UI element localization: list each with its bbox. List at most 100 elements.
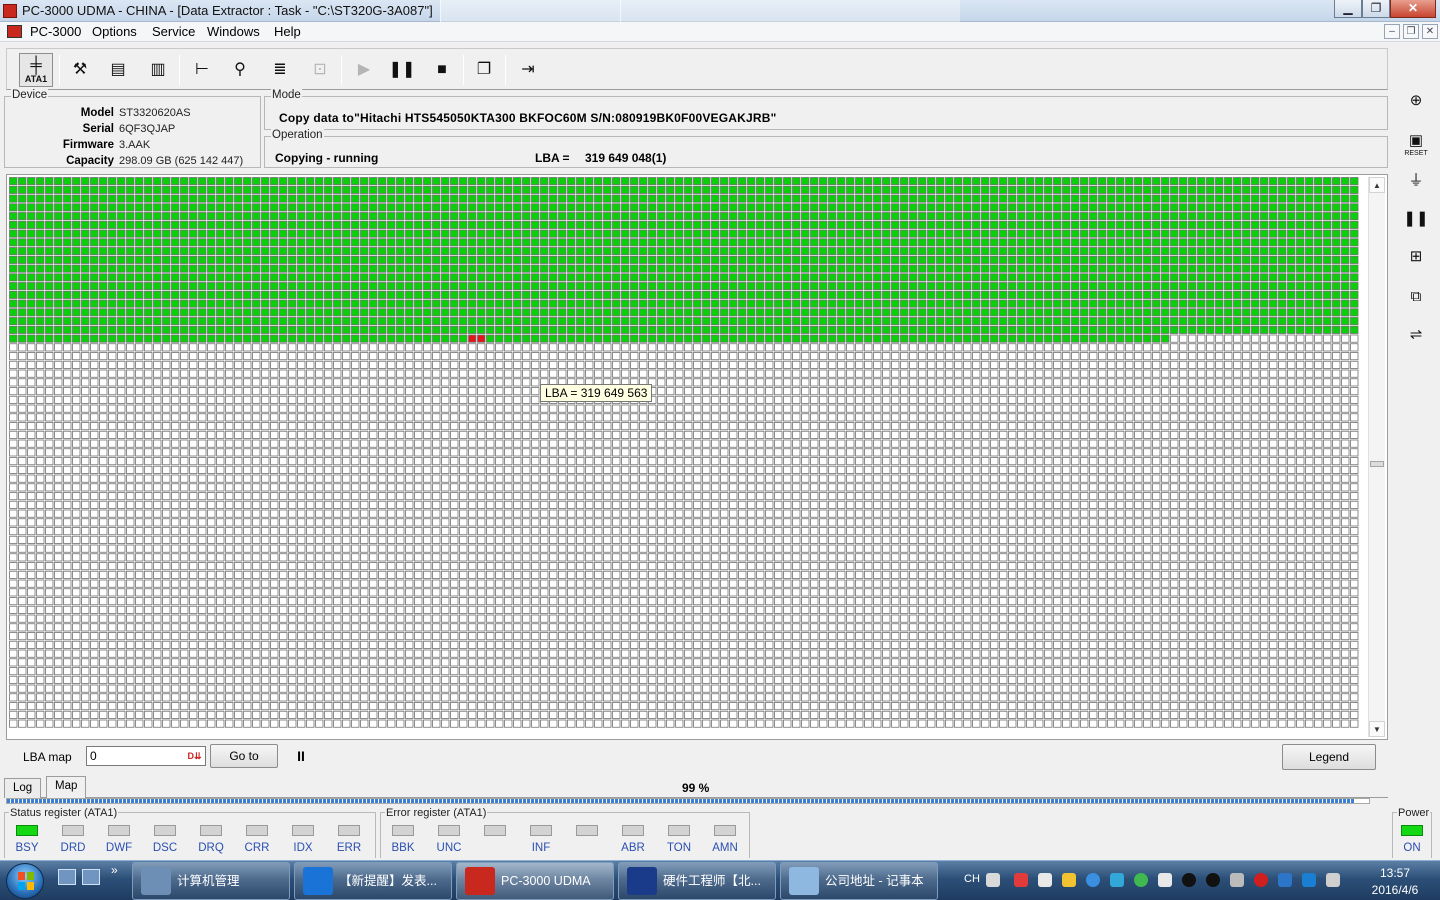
- lba-block[interactable]: [1287, 352, 1296, 361]
- lba-block[interactable]: [1089, 247, 1098, 256]
- lba-block[interactable]: [1080, 317, 1089, 326]
- lba-block[interactable]: [414, 334, 423, 343]
- lba-block[interactable]: [1278, 343, 1287, 352]
- lba-block[interactable]: [198, 185, 207, 194]
- lba-block[interactable]: [666, 299, 675, 308]
- lba-block[interactable]: [468, 203, 477, 212]
- lba-block[interactable]: [783, 334, 792, 343]
- lba-block[interactable]: [477, 317, 486, 326]
- lba-block[interactable]: [234, 343, 243, 352]
- lba-block[interactable]: [504, 413, 513, 422]
- lba-block[interactable]: [774, 308, 783, 317]
- lba-block[interactable]: [243, 369, 252, 378]
- lba-block[interactable]: [900, 264, 909, 273]
- lba-block[interactable]: [333, 378, 342, 387]
- lba-block[interactable]: [1332, 185, 1341, 194]
- lba-block[interactable]: [468, 422, 477, 431]
- lba-block[interactable]: [756, 203, 765, 212]
- lba-block[interactable]: [927, 457, 936, 466]
- lba-block[interactable]: [243, 404, 252, 413]
- lba-block[interactable]: [27, 255, 36, 264]
- lba-block[interactable]: [252, 308, 261, 317]
- lba-block[interactable]: [495, 413, 504, 422]
- lba-block[interactable]: [792, 439, 801, 448]
- lba-block[interactable]: [558, 413, 567, 422]
- lba-block[interactable]: [846, 360, 855, 369]
- lba-block[interactable]: [432, 317, 441, 326]
- lba-block[interactable]: [360, 369, 369, 378]
- lba-block[interactable]: [1035, 448, 1044, 457]
- lba-block[interactable]: [891, 194, 900, 203]
- lba-block[interactable]: [306, 290, 315, 299]
- lba-block[interactable]: [99, 369, 108, 378]
- lba-block[interactable]: [792, 177, 801, 186]
- lba-block[interactable]: [216, 448, 225, 457]
- lba-block[interactable]: [684, 229, 693, 238]
- lba-block[interactable]: [621, 404, 630, 413]
- lba-block[interactable]: [459, 282, 468, 291]
- lba-block[interactable]: [648, 212, 657, 221]
- lba-block[interactable]: [630, 369, 639, 378]
- lba-block[interactable]: [396, 229, 405, 238]
- lba-block[interactable]: [783, 457, 792, 466]
- lba-block[interactable]: [324, 404, 333, 413]
- lba-block[interactable]: [729, 430, 738, 439]
- lba-block[interactable]: [297, 413, 306, 422]
- lba-block[interactable]: [945, 264, 954, 273]
- lba-block[interactable]: [837, 395, 846, 404]
- lba-block[interactable]: [792, 325, 801, 334]
- lba-block[interactable]: [234, 177, 243, 186]
- lba-block[interactable]: [873, 282, 882, 291]
- lba-block[interactable]: [189, 317, 198, 326]
- lba-block[interactable]: [702, 395, 711, 404]
- lba-block[interactable]: [261, 299, 270, 308]
- lba-block[interactable]: [990, 282, 999, 291]
- lba-block[interactable]: [603, 334, 612, 343]
- lba-block[interactable]: [810, 457, 819, 466]
- lba-block[interactable]: [18, 290, 27, 299]
- lba-block[interactable]: [576, 308, 585, 317]
- lba-block[interactable]: [81, 352, 90, 361]
- lba-block[interactable]: [1071, 317, 1080, 326]
- lba-block[interactable]: [81, 282, 90, 291]
- lba-block[interactable]: [774, 212, 783, 221]
- lba-block[interactable]: [774, 177, 783, 186]
- lba-block[interactable]: [549, 430, 558, 439]
- lba-block[interactable]: [693, 439, 702, 448]
- lba-block[interactable]: [405, 352, 414, 361]
- lba-block[interactable]: [486, 238, 495, 247]
- lba-block[interactable]: [819, 395, 828, 404]
- lba-block[interactable]: [1125, 299, 1134, 308]
- lba-block[interactable]: [576, 325, 585, 334]
- lba-block[interactable]: [1170, 238, 1179, 247]
- lba-block[interactable]: [1035, 299, 1044, 308]
- lba-block[interactable]: [342, 229, 351, 238]
- lba-block[interactable]: [360, 360, 369, 369]
- lba-block[interactable]: [918, 282, 927, 291]
- lba-block[interactable]: [1251, 264, 1260, 273]
- lba-block[interactable]: [909, 264, 918, 273]
- lba-block[interactable]: [666, 247, 675, 256]
- lba-block[interactable]: [1269, 177, 1278, 186]
- lba-block[interactable]: [180, 185, 189, 194]
- lba-block[interactable]: [1017, 387, 1026, 396]
- lba-block[interactable]: [684, 220, 693, 229]
- lba-block[interactable]: [693, 203, 702, 212]
- lba-block[interactable]: [1350, 212, 1359, 221]
- lba-block[interactable]: [1287, 177, 1296, 186]
- lba-block[interactable]: [918, 387, 927, 396]
- lba-block[interactable]: [369, 352, 378, 361]
- lba-block[interactable]: [531, 229, 540, 238]
- lba-block[interactable]: [990, 413, 999, 422]
- lba-block[interactable]: [1278, 220, 1287, 229]
- lba-block[interactable]: [1008, 395, 1017, 404]
- lba-block[interactable]: [459, 325, 468, 334]
- lba-block[interactable]: [1251, 317, 1260, 326]
- lba-block[interactable]: [999, 325, 1008, 334]
- lba-block[interactable]: [1197, 229, 1206, 238]
- lba-block[interactable]: [774, 185, 783, 194]
- lba-block[interactable]: [396, 413, 405, 422]
- lba-block[interactable]: [369, 387, 378, 396]
- lba-block[interactable]: [1143, 422, 1152, 431]
- lba-block[interactable]: [1044, 273, 1053, 282]
